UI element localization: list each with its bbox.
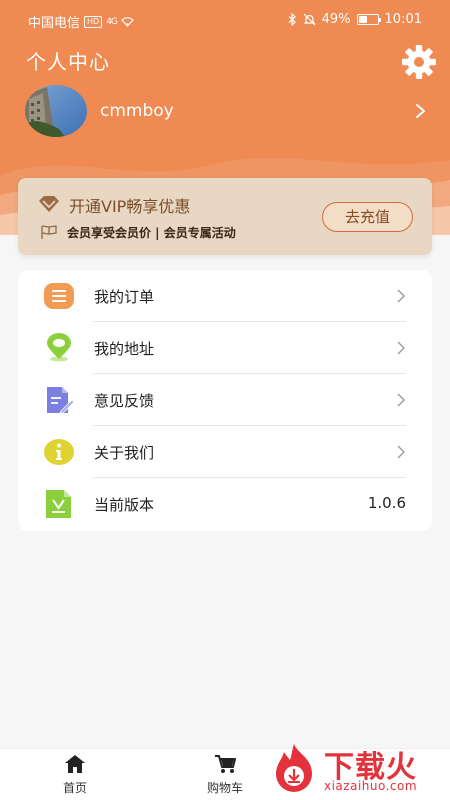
clock: 10:01 xyxy=(384,12,422,27)
vip-banner[interactable]: 开通VIP畅享优惠 会员享受会员价 | 会员专属活动 去充值 xyxy=(18,178,432,255)
menu-item-feedback[interactable]: 意见反馈 xyxy=(18,374,432,426)
avatar[interactable] xyxy=(25,85,87,137)
menu-item-address[interactable]: 我的地址 xyxy=(18,322,432,374)
menu-item-orders[interactable]: 我的订单 xyxy=(18,270,432,322)
version-value: 1.0.6 xyxy=(367,494,406,512)
info-icon xyxy=(44,439,74,465)
menu-label: 意见反馈 xyxy=(94,392,155,410)
gear-icon[interactable] xyxy=(401,44,437,80)
battery-percent: 49% xyxy=(321,12,351,27)
username[interactable]: cmmboy xyxy=(100,101,174,121)
page-title: 个人中心 xyxy=(26,50,110,74)
bluetooth-icon xyxy=(288,13,296,26)
home-icon xyxy=(65,755,85,773)
signal-label: 4G xyxy=(106,16,118,27)
tab-label: 首页 xyxy=(62,781,87,795)
diamond-icon xyxy=(39,196,59,212)
wifi-icon xyxy=(121,17,134,27)
location-icon xyxy=(47,333,71,362)
watermark: 下载火 xiazaihuo.com xyxy=(264,740,450,800)
chevron-right-icon[interactable] xyxy=(412,100,430,122)
recharge-button[interactable]: 去充值 xyxy=(322,202,413,232)
battery-fill xyxy=(358,16,368,23)
battery-icon xyxy=(356,14,381,25)
menu-label: 我的地址 xyxy=(94,340,155,358)
tab-home[interactable]: 首页 xyxy=(20,749,130,800)
menu-list: 我的订单 我的地址 意见反馈 关于我们 当前版本 1.0.6 xyxy=(18,270,432,531)
menu-item-about[interactable]: 关于我们 xyxy=(18,426,432,478)
flag-icon xyxy=(41,225,57,239)
chevron-right-icon xyxy=(397,289,405,303)
chevron-right-icon xyxy=(397,341,405,355)
orders-icon xyxy=(44,283,74,309)
hd-badge: HD xyxy=(84,15,103,28)
chevron-right-icon xyxy=(397,393,405,407)
status-bar: 中国电信 HD 4G 49% 10:01 xyxy=(0,0,450,40)
vip-subtitle: 会员享受会员价 | 会员专属活动 xyxy=(67,226,236,240)
version-icon xyxy=(46,490,71,518)
chevron-right-icon xyxy=(397,445,405,459)
feedback-icon xyxy=(47,387,75,414)
mute-icon xyxy=(303,13,316,26)
menu-item-version[interactable]: 当前版本 1.0.6 xyxy=(18,478,432,530)
menu-label: 关于我们 xyxy=(94,444,155,462)
menu-label: 当前版本 xyxy=(94,496,155,514)
watermark-url: xiazaihuo.com xyxy=(324,779,418,793)
carrier-label: 中国电信 xyxy=(28,16,81,31)
cart-icon xyxy=(215,755,236,773)
vip-title: 开通VIP畅享优惠 xyxy=(69,197,191,216)
flame-logo-icon xyxy=(276,744,312,792)
menu-label: 我的订单 xyxy=(94,288,155,306)
